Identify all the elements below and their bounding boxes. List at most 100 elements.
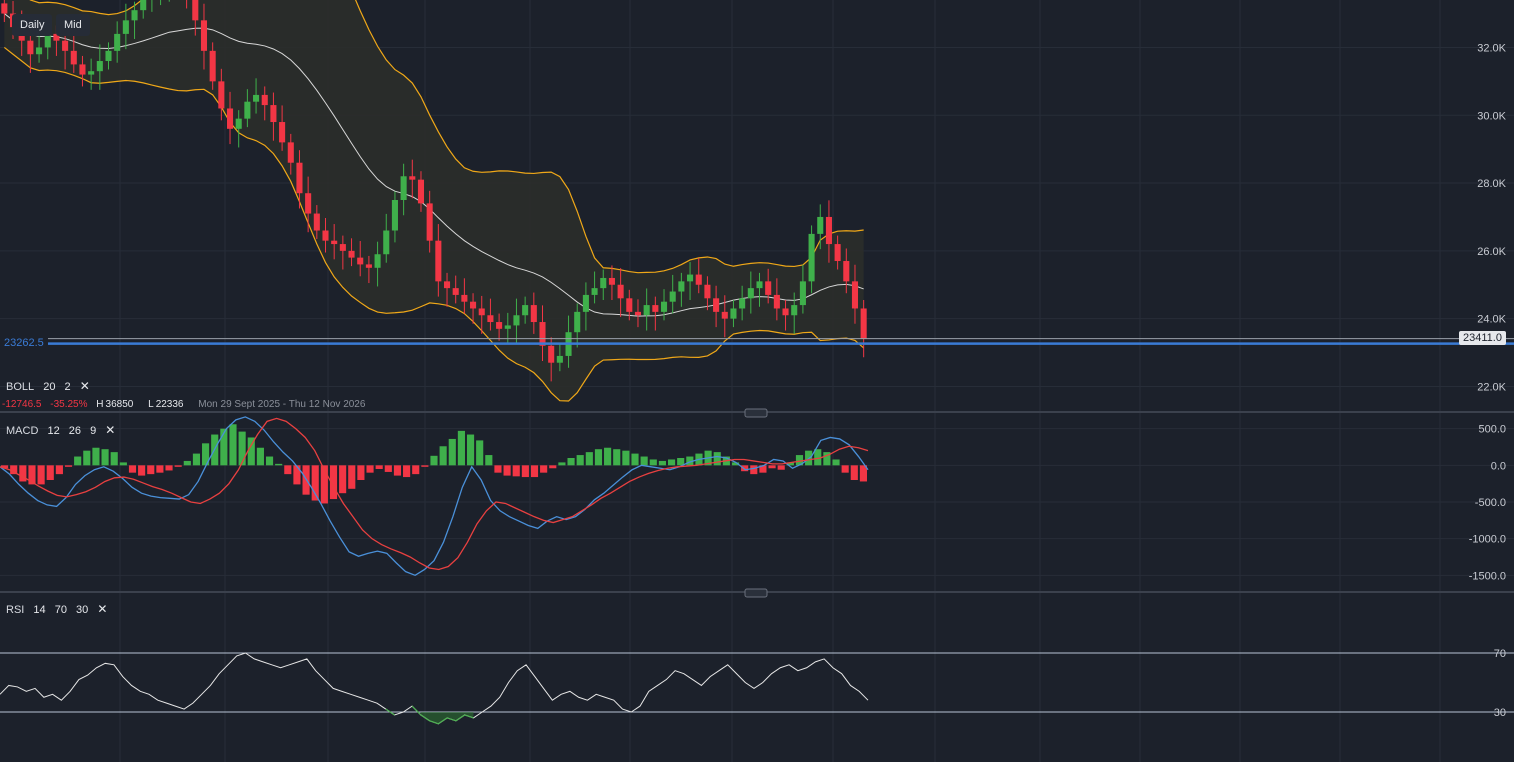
chart-canvas[interactable]: 32.0K 30.0K 28.0K 26.0K 24.0K 22.0K 500.0 0.0 -5… [0, 0, 1514, 762]
candle-body [687, 274, 694, 282]
candle-body [582, 294, 589, 312]
rsi-name: RSI [6, 604, 25, 616]
boll-legend[interactable]: BOLL 20 2 ✕ [6, 379, 96, 393]
candle-body [626, 298, 633, 312]
candle-body [313, 213, 320, 231]
candle-body [287, 142, 294, 163]
macd-histogram-bar [138, 465, 146, 476]
macd-histogram-bar [275, 463, 283, 466]
macd-histogram-bar [576, 455, 584, 466]
macd-histogram-bar [594, 449, 603, 466]
candle-body [747, 288, 754, 299]
candle-body [860, 308, 867, 339]
range-change: -12746.5 [2, 399, 42, 410]
candle-body [374, 254, 381, 268]
candle-body [218, 81, 225, 109]
candle-body [192, 0, 199, 21]
macd-histogram-bar [466, 434, 475, 466]
candle-body [105, 50, 112, 62]
close-icon[interactable]: ✕ [80, 379, 90, 393]
macd-histogram-bar [448, 438, 456, 466]
macd-param-fast: 12 [47, 425, 60, 437]
candle-body [261, 94, 268, 106]
candle-body [843, 261, 850, 282]
rsi-tick-label: 30 [1494, 707, 1506, 719]
price-tick-label: 32.0K [1477, 42, 1506, 54]
candle-body [96, 61, 103, 72]
candle-body [773, 294, 780, 309]
rsi-param-upper: 70 [54, 604, 67, 616]
macd-histogram-bar [284, 465, 292, 475]
macd-histogram-bar [37, 465, 45, 485]
macd-histogram-bar [174, 465, 182, 467]
price-tick-label: 30.0K [1477, 110, 1506, 122]
macd-legend[interactable]: MACD 12 26 9 ✕ [6, 423, 121, 437]
candle-body [383, 230, 390, 255]
candle-body [591, 288, 598, 295]
macd-histogram-bar [192, 453, 201, 466]
macd-tick-label: 0.0 [1491, 460, 1506, 472]
candle-body [808, 233, 815, 282]
macd-tick-label: -1500.0 [1469, 570, 1506, 582]
candle-body [600, 277, 607, 289]
rsi-legend[interactable]: RSI 14 70 30 ✕ [6, 602, 113, 616]
candle-body [27, 40, 34, 55]
candle-body [496, 322, 503, 329]
candle-body [765, 281, 772, 295]
candle-body [62, 40, 69, 51]
close-icon[interactable]: ✕ [105, 423, 115, 437]
macd-histogram-bar [265, 456, 274, 466]
macd-histogram-bar [558, 462, 566, 466]
candle-body [244, 101, 251, 119]
macd-histogram-bar [521, 465, 529, 478]
macd-histogram-bar [393, 465, 402, 476]
macd-histogram-bar [19, 465, 27, 482]
candle-body [834, 244, 841, 262]
interval-button[interactable]: Daily [12, 14, 53, 36]
rsi-oversold-segment [411, 705, 422, 716]
candle-body [470, 301, 477, 309]
macd-histogram-bar [119, 462, 127, 466]
low-label: L [148, 399, 154, 410]
candle-body [478, 308, 485, 316]
candle-body [756, 281, 763, 289]
close-icon[interactable]: ✕ [97, 602, 107, 616]
price-source-button[interactable]: Mid [56, 14, 90, 36]
bollinger-band-fill [4, 0, 864, 402]
candle-body [695, 274, 702, 285]
macd-histogram-bar [110, 452, 118, 466]
rsi-tick-label: 70 [1494, 648, 1506, 660]
price-tick-label: 28.0K [1477, 178, 1506, 190]
candle-body [331, 240, 338, 245]
high-label: H [96, 399, 104, 410]
macd-histogram-bar [339, 465, 347, 494]
date-range: Mon 29 Sept 2025 - Thu 12 Nov 2026 [198, 399, 366, 410]
candle-body [791, 305, 798, 316]
candle-body [435, 240, 442, 282]
price-tick-label: 22.0K [1477, 381, 1506, 393]
range-change-pct: -35.25% [50, 399, 88, 410]
macd-histogram-bar [74, 456, 82, 466]
candle-body [1, 3, 8, 14]
macd-histogram-bar [229, 424, 237, 466]
macd-tick-label: -500.0 [1475, 497, 1506, 509]
macd-tick-label: -1000.0 [1469, 534, 1506, 546]
pane-resize-handle [744, 588, 768, 598]
candle-body [426, 203, 433, 241]
macd-name: MACD [6, 425, 39, 437]
candle-body [530, 305, 537, 323]
macd-histogram-bar [512, 465, 520, 477]
macd-histogram-bar [658, 460, 666, 466]
candle-body [417, 179, 425, 204]
macd-histogram-bar [357, 465, 365, 480]
macd-histogram-bar [403, 465, 411, 478]
macd-param-slow: 26 [68, 425, 82, 437]
macd-histogram-bar [147, 465, 155, 475]
macd-histogram-bar [777, 465, 785, 470]
candle-body [617, 284, 624, 299]
support-level-tag: 23262.5 [0, 336, 48, 350]
price-tick-label: 26.0K [1477, 246, 1506, 258]
macd-histogram-bar [503, 465, 511, 476]
candle-body [322, 230, 329, 241]
candle-body [461, 294, 468, 302]
